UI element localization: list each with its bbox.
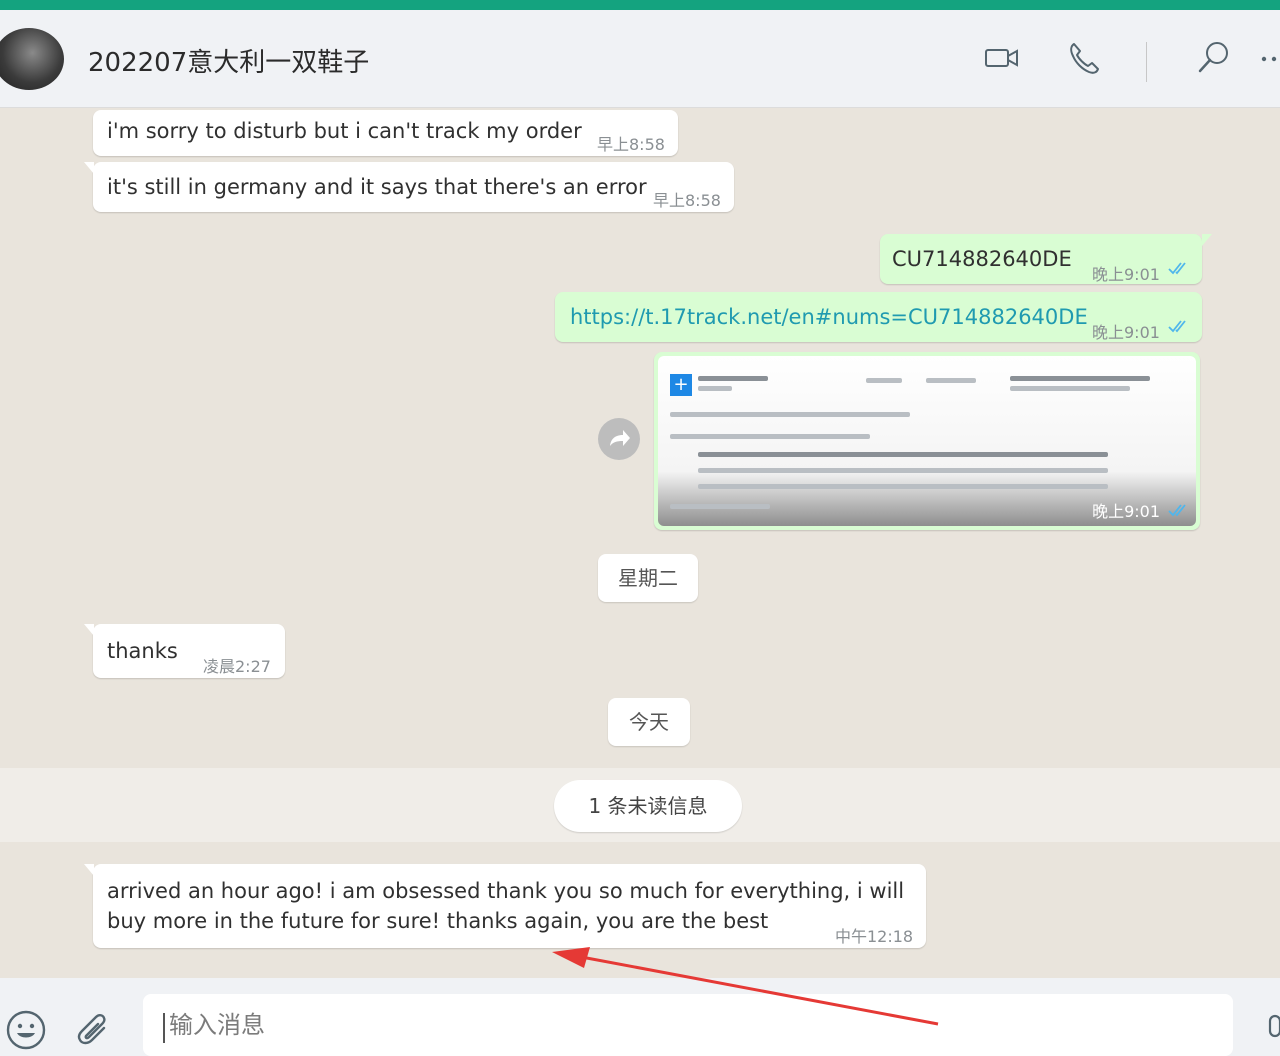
message-time: 晚上9:01	[1092, 502, 1160, 521]
incoming-message: arrived an hour ago! i am obsessed thank…	[84, 864, 926, 948]
microphone-icon[interactable]	[1262, 1008, 1280, 1052]
forward-icon	[610, 430, 630, 446]
chat-header: 202207意大利一双鞋子	[0, 10, 1280, 108]
message-composer	[0, 978, 1280, 1056]
incoming-message: thanks 凌晨2:27	[84, 624, 285, 678]
video-call-icon[interactable]	[982, 38, 1022, 78]
emoji-icon[interactable]	[4, 1008, 48, 1052]
voice-call-icon[interactable]	[1064, 38, 1104, 78]
incoming-message: i'm sorry to disturb but i can't track m…	[93, 110, 678, 156]
forward-button[interactable]	[598, 418, 640, 460]
message-input[interactable]	[143, 994, 1233, 1056]
message-text: CU714882640DE	[892, 247, 1072, 271]
bubble-tail	[84, 624, 94, 636]
message-text: i'm sorry to disturb but i can't track m…	[107, 119, 582, 143]
message-text: thanks	[107, 639, 178, 663]
message-time: 凌晨2:27	[203, 657, 271, 676]
plus-icon: +	[670, 374, 692, 396]
image-message[interactable]: + 晚上9:01	[654, 352, 1200, 530]
message-text: it's still in germany and it says that t…	[107, 175, 647, 199]
date-divider: 星期二	[598, 554, 698, 602]
search-icon[interactable]	[1194, 38, 1234, 78]
tracking-link[interactable]: https://t.17track.net/en#nums=CU71488264…	[570, 302, 1088, 332]
bubble-tail	[84, 162, 94, 174]
message-time: 晚上9:01	[1092, 265, 1160, 284]
more-options-icon[interactable]	[1258, 38, 1280, 78]
unread-messages-divider: 1 条未读信息	[554, 780, 742, 832]
top-accent-bar	[0, 0, 1280, 10]
date-divider: 今天	[608, 698, 690, 746]
read-ticks-icon	[1168, 504, 1186, 517]
avatar[interactable]	[0, 28, 64, 90]
message-text-line-2: buy more in the future for sure! thanks …	[107, 909, 769, 933]
chat-messages-area[interactable]: i'm sorry to disturb but i can't track m…	[0, 108, 1280, 978]
chat-title[interactable]: 202207意大利一双鞋子	[88, 42, 369, 79]
header-divider	[1146, 42, 1147, 82]
message-time: 中午12:18	[835, 927, 914, 946]
attach-icon[interactable]	[72, 1008, 116, 1052]
message-text-line-1: arrived an hour ago! i am obsessed thank…	[107, 879, 905, 903]
read-ticks-icon	[1168, 320, 1186, 333]
message-time: 早上8:58	[597, 135, 665, 154]
text-caret	[163, 1013, 165, 1043]
outgoing-message: https://t.17track.net/en#nums=CU71488264…	[555, 292, 1202, 342]
bubble-tail	[84, 864, 94, 876]
message-time: 晚上9:01	[1092, 323, 1160, 342]
outgoing-message: CU714882640DE 晚上9:01	[880, 234, 1212, 284]
read-ticks-icon	[1168, 262, 1186, 275]
incoming-message: it's still in germany and it says that t…	[84, 162, 734, 212]
message-time: 早上8:58	[653, 191, 721, 210]
bubble-tail	[1202, 234, 1212, 246]
